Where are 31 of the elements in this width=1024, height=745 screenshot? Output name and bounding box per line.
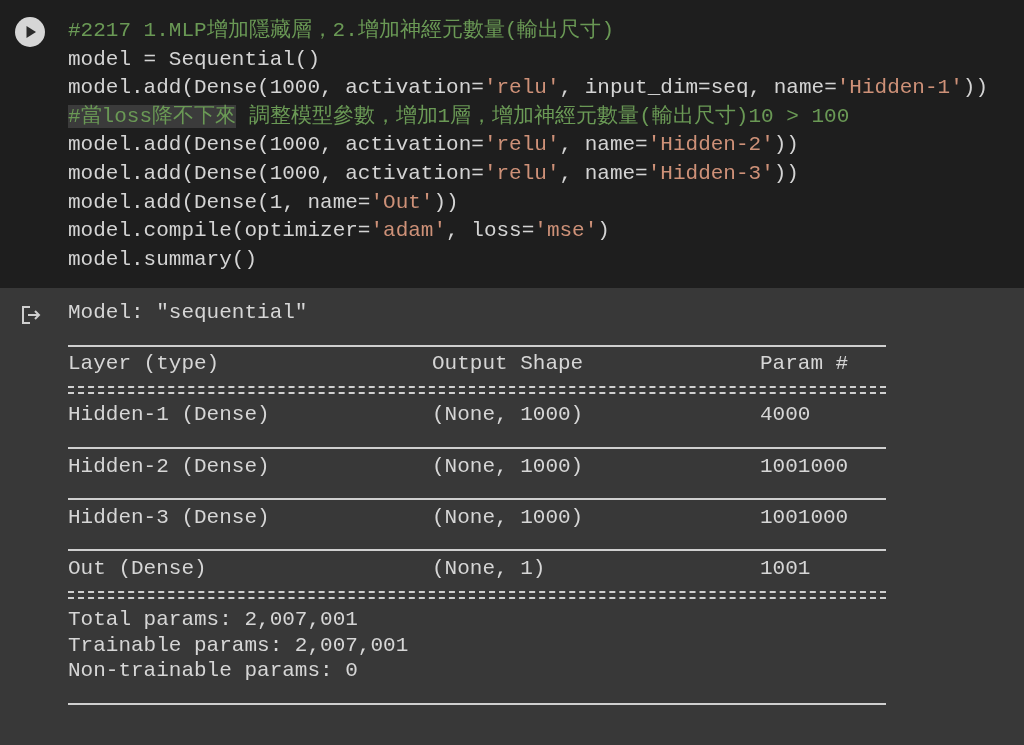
- table-cell: Out (Dense): [68, 555, 207, 582]
- code-line: #當loss降不下來 調整模型參數，增加1層，增加神經元數量(輸出尺寸)10 > 100: [68, 103, 851, 130]
- code-line: model.compile(optimizer='adam', loss='mse'): [68, 218, 611, 245]
- table-cell: 1001000: [760, 453, 849, 480]
- code-line: model.add(Dense(1000, activation='relu', name='Hidden-2')): [68, 132, 800, 159]
- output-icon[interactable]: [20, 304, 42, 326]
- code-line: model.summary(): [68, 246, 259, 273]
- code-cell[interactable]: [0, 0, 1024, 288]
- column-header: Output Shape: [432, 351, 584, 377]
- table-cell: 4000: [760, 402, 811, 428]
- output-text: Trainable params: 2,007,001: [68, 632, 409, 659]
- code-line: model.add(Dense(1000, activation='relu', input_dim=seq, name='Hidden-1')): [68, 75, 988, 102]
- table-cell: Hidden-3 (Dense): [68, 504, 270, 531]
- code-line: model.add(Dense(1000, activation='relu', name='Hidden-3')): [68, 160, 800, 187]
- run-button[interactable]: [15, 17, 45, 47]
- table-cell: 1001: [760, 555, 811, 582]
- code-line: model = Sequential(): [68, 46, 322, 73]
- table-cell: (None, 1000): [432, 402, 584, 428]
- table-cell: (None, 1000): [432, 453, 584, 480]
- table-cell: (None, 1000): [432, 504, 584, 531]
- column-header: Param #: [760, 351, 849, 377]
- code-line: #2217 1.MLP增加隱藏層，2.增加神經元數量(輸出尺寸): [68, 17, 616, 44]
- table-cell: Hidden-1 (Dense): [68, 402, 270, 428]
- output-text: Model: "sequential": [68, 300, 308, 326]
- output-text: Non-trainable params: 0: [68, 658, 358, 684]
- table-cell: 1001000: [760, 504, 849, 531]
- output-text: Total params: 2,007,001: [68, 607, 358, 633]
- table-cell: Hidden-2 (Dense): [68, 453, 270, 480]
- code-line: model.add(Dense(1, name='Out')): [68, 189, 460, 216]
- column-header: Layer (type): [68, 351, 220, 377]
- table-cell: (None, 1): [432, 555, 546, 582]
